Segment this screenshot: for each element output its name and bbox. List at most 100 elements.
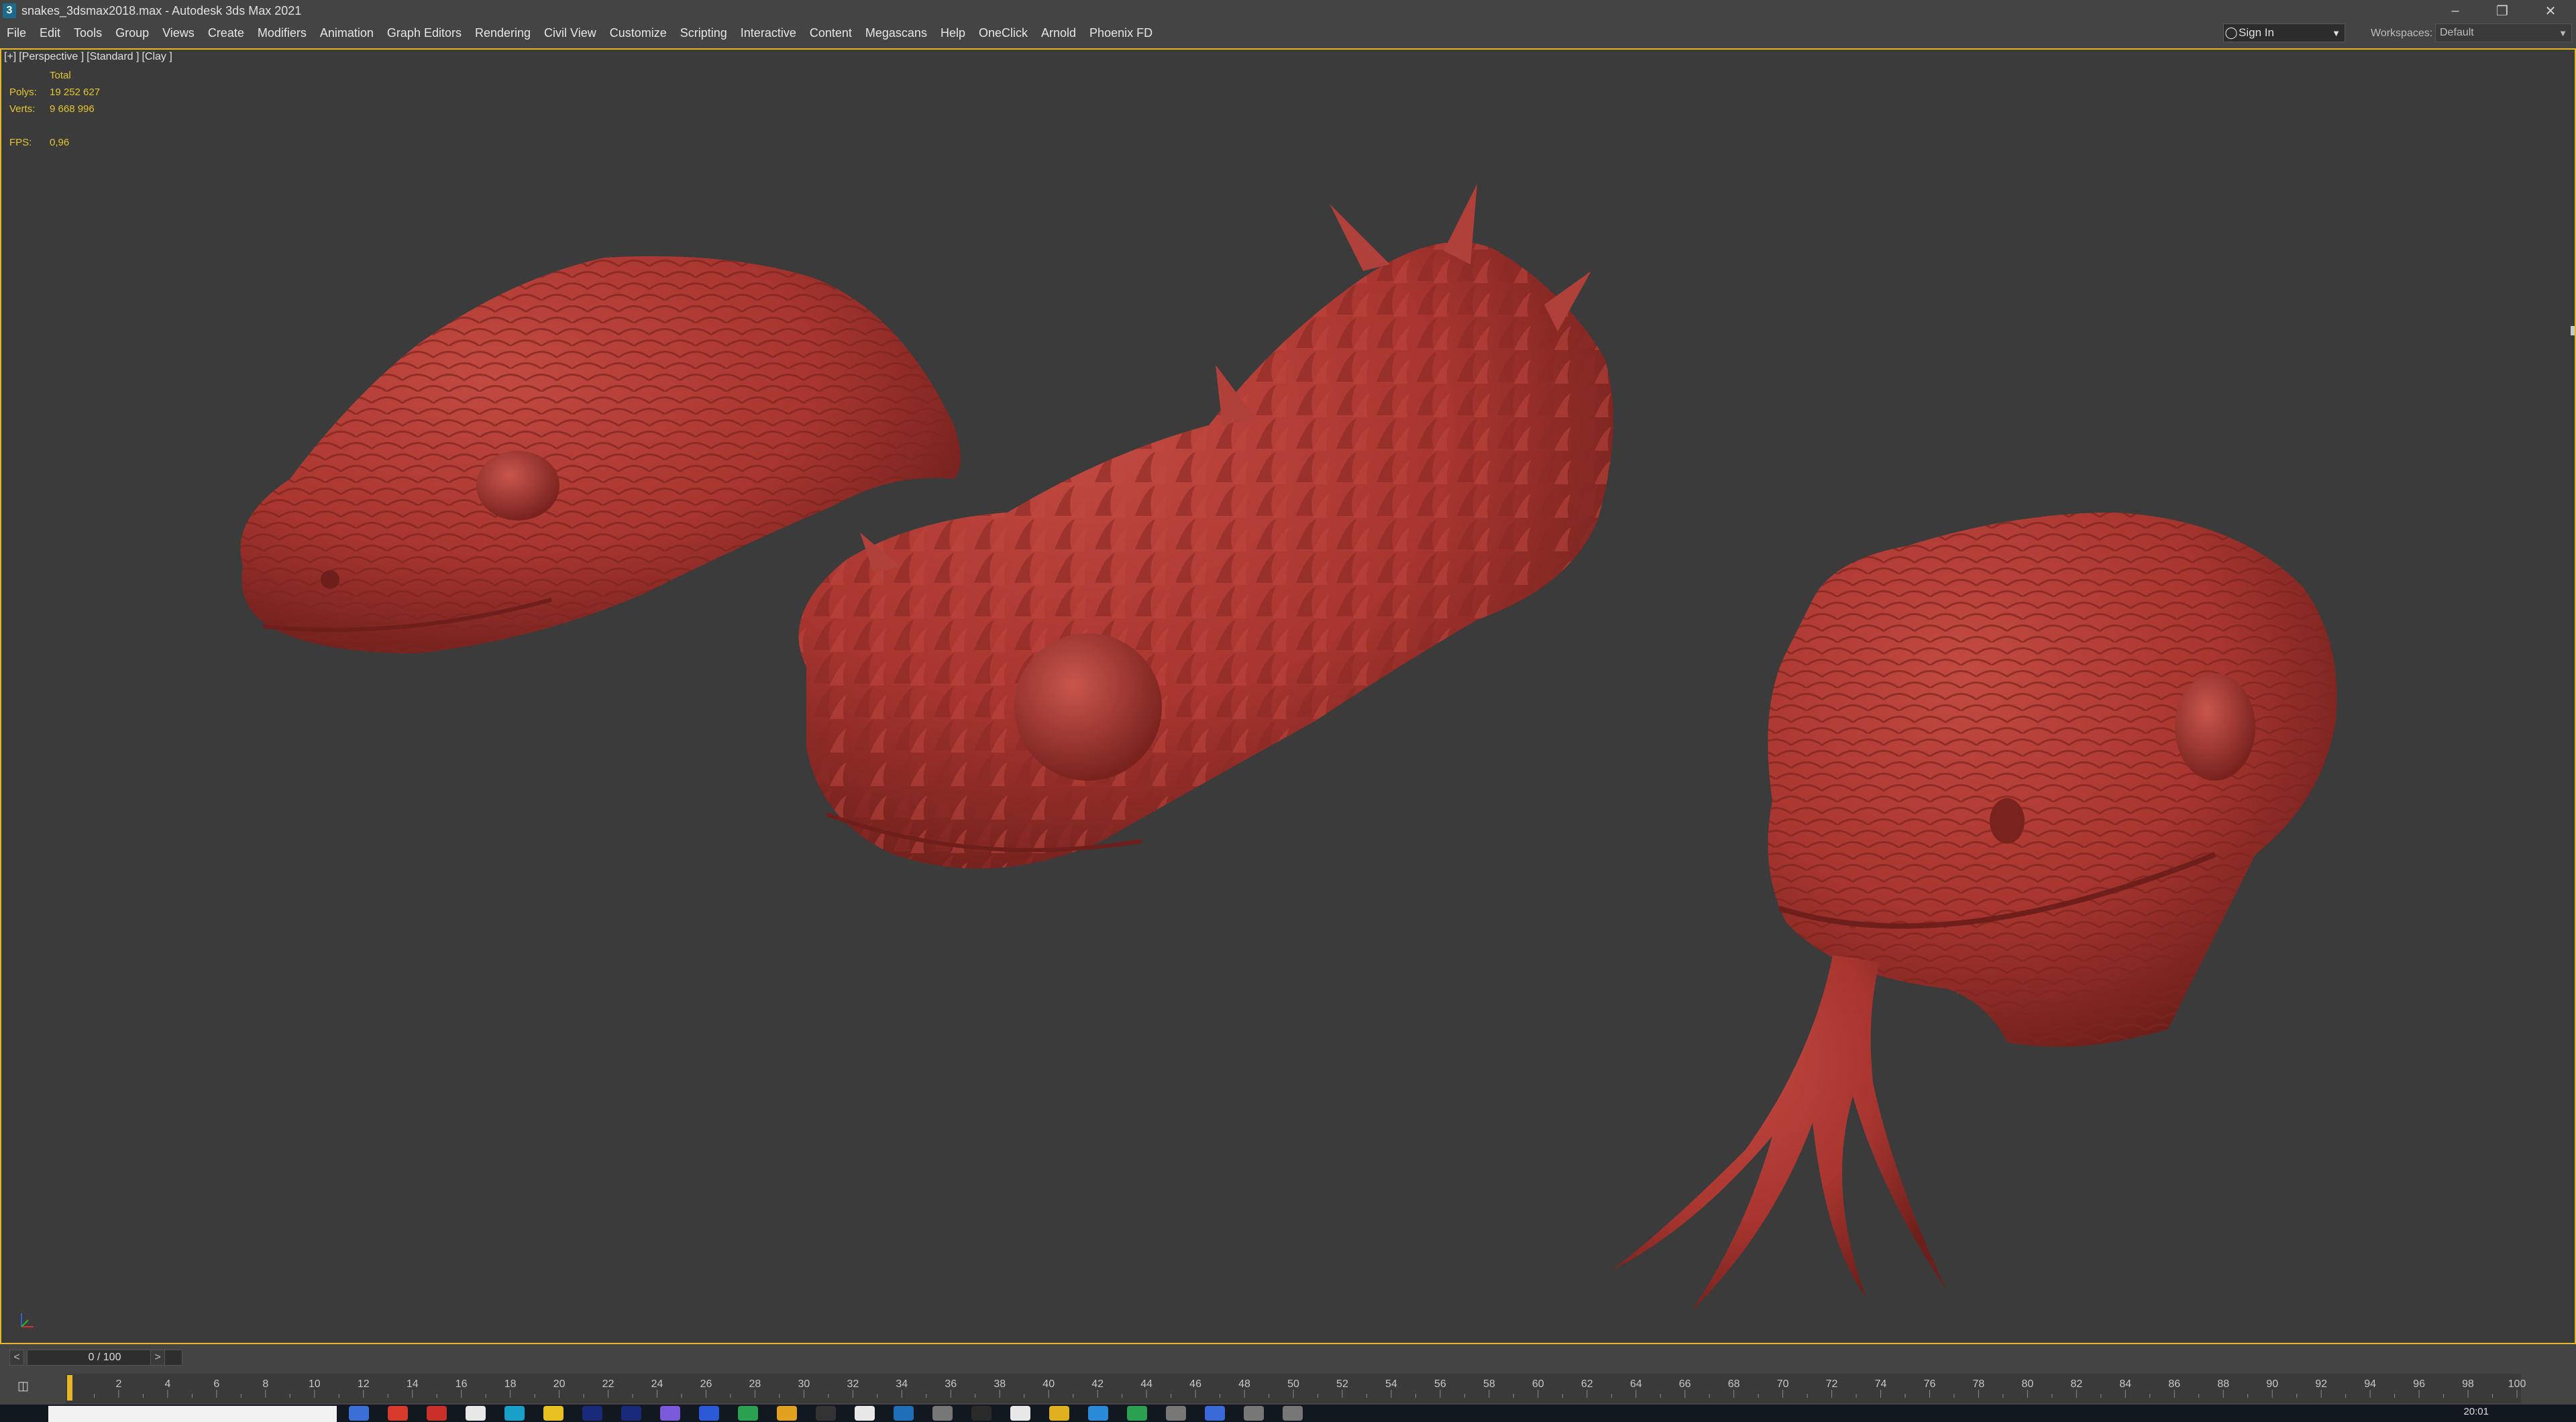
next-frame-button[interactable]: > xyxy=(150,1350,165,1366)
frame-tick-label: 66 xyxy=(1679,1378,1691,1390)
menu-oneclick[interactable]: OneClick xyxy=(972,21,1034,44)
snake-tongue xyxy=(1611,955,1947,1311)
taskbar-app-icon[interactable] xyxy=(1049,1406,1069,1421)
taskbar-app-icon[interactable] xyxy=(388,1406,408,1421)
taskbar-app-icon[interactable] xyxy=(816,1406,836,1421)
taskbar-app-icon[interactable] xyxy=(466,1406,486,1421)
axis-gizmo-icon xyxy=(21,1313,34,1327)
frame-tick-label: 4 xyxy=(164,1378,170,1390)
menu-civil-view[interactable]: Civil View xyxy=(537,21,603,44)
frame-tick-label: 28 xyxy=(749,1378,761,1390)
menu-file[interactable]: File xyxy=(0,21,33,44)
taskbar-app-icon[interactable] xyxy=(738,1406,758,1421)
polys-value: 19 252 627 xyxy=(50,87,101,98)
menu-rendering[interactable]: Rendering xyxy=(468,21,537,44)
menu-phoenix-fd[interactable]: Phoenix FD xyxy=(1083,21,1159,44)
previous-frame-button[interactable]: < xyxy=(9,1350,24,1366)
time-slider: < 0 / 100 > xyxy=(0,1344,2576,1372)
snake-eye xyxy=(476,451,559,521)
viewport-standard-menu[interactable]: [Standard ] xyxy=(87,51,139,63)
menu-views[interactable]: Views xyxy=(156,21,201,44)
perspective-viewport[interactable]: [+] [Perspective ] [Standard ] [Clay ] T… xyxy=(0,48,2576,1344)
menu-graph-editors[interactable]: Graph Editors xyxy=(380,21,468,44)
menu-tools[interactable]: Tools xyxy=(67,21,109,44)
sign-in-dropdown[interactable]: ◯ Sign In ▼ xyxy=(2223,23,2345,42)
taskbar-app-icon[interactable] xyxy=(1283,1406,1303,1421)
fps-label: FPS: xyxy=(9,137,32,148)
frame-tick-label: 40 xyxy=(1042,1378,1055,1390)
frame-tick-label: 88 xyxy=(2217,1378,2229,1390)
frame-tick-label: 20 xyxy=(553,1378,566,1390)
os-taskbar: 20:01 xyxy=(0,1405,2576,1422)
frame-tick-label: 60 xyxy=(1532,1378,1544,1390)
menu-content[interactable]: Content xyxy=(803,21,859,44)
frame-tick-label: 44 xyxy=(1140,1378,1152,1390)
taskbar-app-icon[interactable] xyxy=(894,1406,914,1421)
frame-tick-label: 54 xyxy=(1385,1378,1397,1390)
menu-interactive[interactable]: Interactive xyxy=(734,21,803,44)
menu-modifiers[interactable]: Modifiers xyxy=(251,21,313,44)
frame-tick-label: 10 xyxy=(309,1378,321,1390)
frame-tick-label: 90 xyxy=(2266,1378,2278,1390)
app-logo-icon: 3 xyxy=(3,3,16,18)
menu-megascans[interactable]: Megascans xyxy=(859,21,934,44)
menu-group[interactable]: Group xyxy=(109,21,156,44)
taskbar-app-icon[interactable] xyxy=(1127,1406,1147,1421)
minimize-button[interactable]: – xyxy=(2435,0,2475,21)
taskbar-app-icon[interactable] xyxy=(1166,1406,1186,1421)
menu-customize[interactable]: Customize xyxy=(603,21,674,44)
snake-eye xyxy=(1014,633,1162,781)
taskbar-app-icon[interactable] xyxy=(1088,1406,1108,1421)
workspaces-dropdown[interactable]: Default ▼ xyxy=(2435,23,2572,42)
frame-tick-label: 62 xyxy=(1581,1378,1593,1390)
viewport-shading-menu[interactable]: [Clay ] xyxy=(142,51,172,63)
viewport-point-of-view-menu[interactable]: [Perspective ] xyxy=(19,51,84,63)
viewport-general-menu[interactable]: [+] xyxy=(4,51,16,63)
taskbar-app-icon[interactable] xyxy=(932,1406,953,1421)
taskbar-search-box[interactable] xyxy=(48,1406,337,1422)
frame-tick-label: 74 xyxy=(1875,1378,1887,1390)
fps-value: 0,96 xyxy=(50,137,70,148)
taskbar-app-icon[interactable] xyxy=(971,1406,991,1421)
chevron-down-icon: ▼ xyxy=(2332,28,2341,38)
taskbar-app-icon[interactable] xyxy=(660,1406,680,1421)
viewport-edge-handle[interactable] xyxy=(2571,326,2575,335)
snake-model-center[interactable] xyxy=(798,184,1613,869)
taskbar-app-icon[interactable] xyxy=(582,1406,602,1421)
menu-create[interactable]: Create xyxy=(201,21,251,44)
taskbar-app-icon[interactable] xyxy=(777,1406,797,1421)
verts-label: Verts: xyxy=(9,103,36,115)
workspaces-label: Workspaces: xyxy=(2371,28,2433,39)
frame-tick-label: 26 xyxy=(700,1378,712,1390)
close-button[interactable]: ✕ xyxy=(2530,0,2571,21)
frame-tick-label: 58 xyxy=(1483,1378,1495,1390)
frame-tick-label: 8 xyxy=(262,1378,268,1390)
taskbar-app-icon[interactable] xyxy=(543,1406,564,1421)
taskbar-app-icon[interactable] xyxy=(621,1406,641,1421)
frame-tick-label: 46 xyxy=(1189,1378,1201,1390)
taskbar-app-icon[interactable] xyxy=(1010,1406,1030,1421)
taskbar-app-icon[interactable] xyxy=(699,1406,719,1421)
menu-animation[interactable]: Animation xyxy=(313,21,380,44)
menu-arnold[interactable]: Arnold xyxy=(1034,21,1083,44)
taskbar-app-icon[interactable] xyxy=(1205,1406,1225,1421)
menu-scripting[interactable]: Scripting xyxy=(674,21,734,44)
key-filter-icon[interactable]: ◫ xyxy=(17,1379,29,1393)
restore-button[interactable]: ❐ xyxy=(2482,0,2522,21)
frame-tick-label: 76 xyxy=(1924,1378,1936,1390)
taskbar-app-icon[interactable] xyxy=(349,1406,369,1421)
frame-tick-label: 100 xyxy=(2508,1378,2526,1390)
frame-tick-label: 32 xyxy=(847,1378,859,1390)
frame-tick-label: 48 xyxy=(1238,1378,1250,1390)
menu-edit[interactable]: Edit xyxy=(33,21,67,44)
frame-tick-label: 94 xyxy=(2364,1378,2376,1390)
taskbar-app-icon[interactable] xyxy=(855,1406,875,1421)
current-frame-marker[interactable] xyxy=(67,1375,72,1401)
menu-help[interactable]: Help xyxy=(934,21,972,44)
taskbar-app-icon[interactable] xyxy=(504,1406,525,1421)
frame-tick-label: 38 xyxy=(994,1378,1006,1390)
snake-model-right[interactable] xyxy=(1611,512,2337,1311)
track-bar[interactable]: 2 4 6 8 10 12 14 16 18 20 22 24 26 28 30 32 34 36 38 40 42 44… xyxy=(0,1372,2576,1405)
taskbar-app-icon[interactable] xyxy=(427,1406,447,1421)
taskbar-app-icon[interactable] xyxy=(1244,1406,1264,1421)
